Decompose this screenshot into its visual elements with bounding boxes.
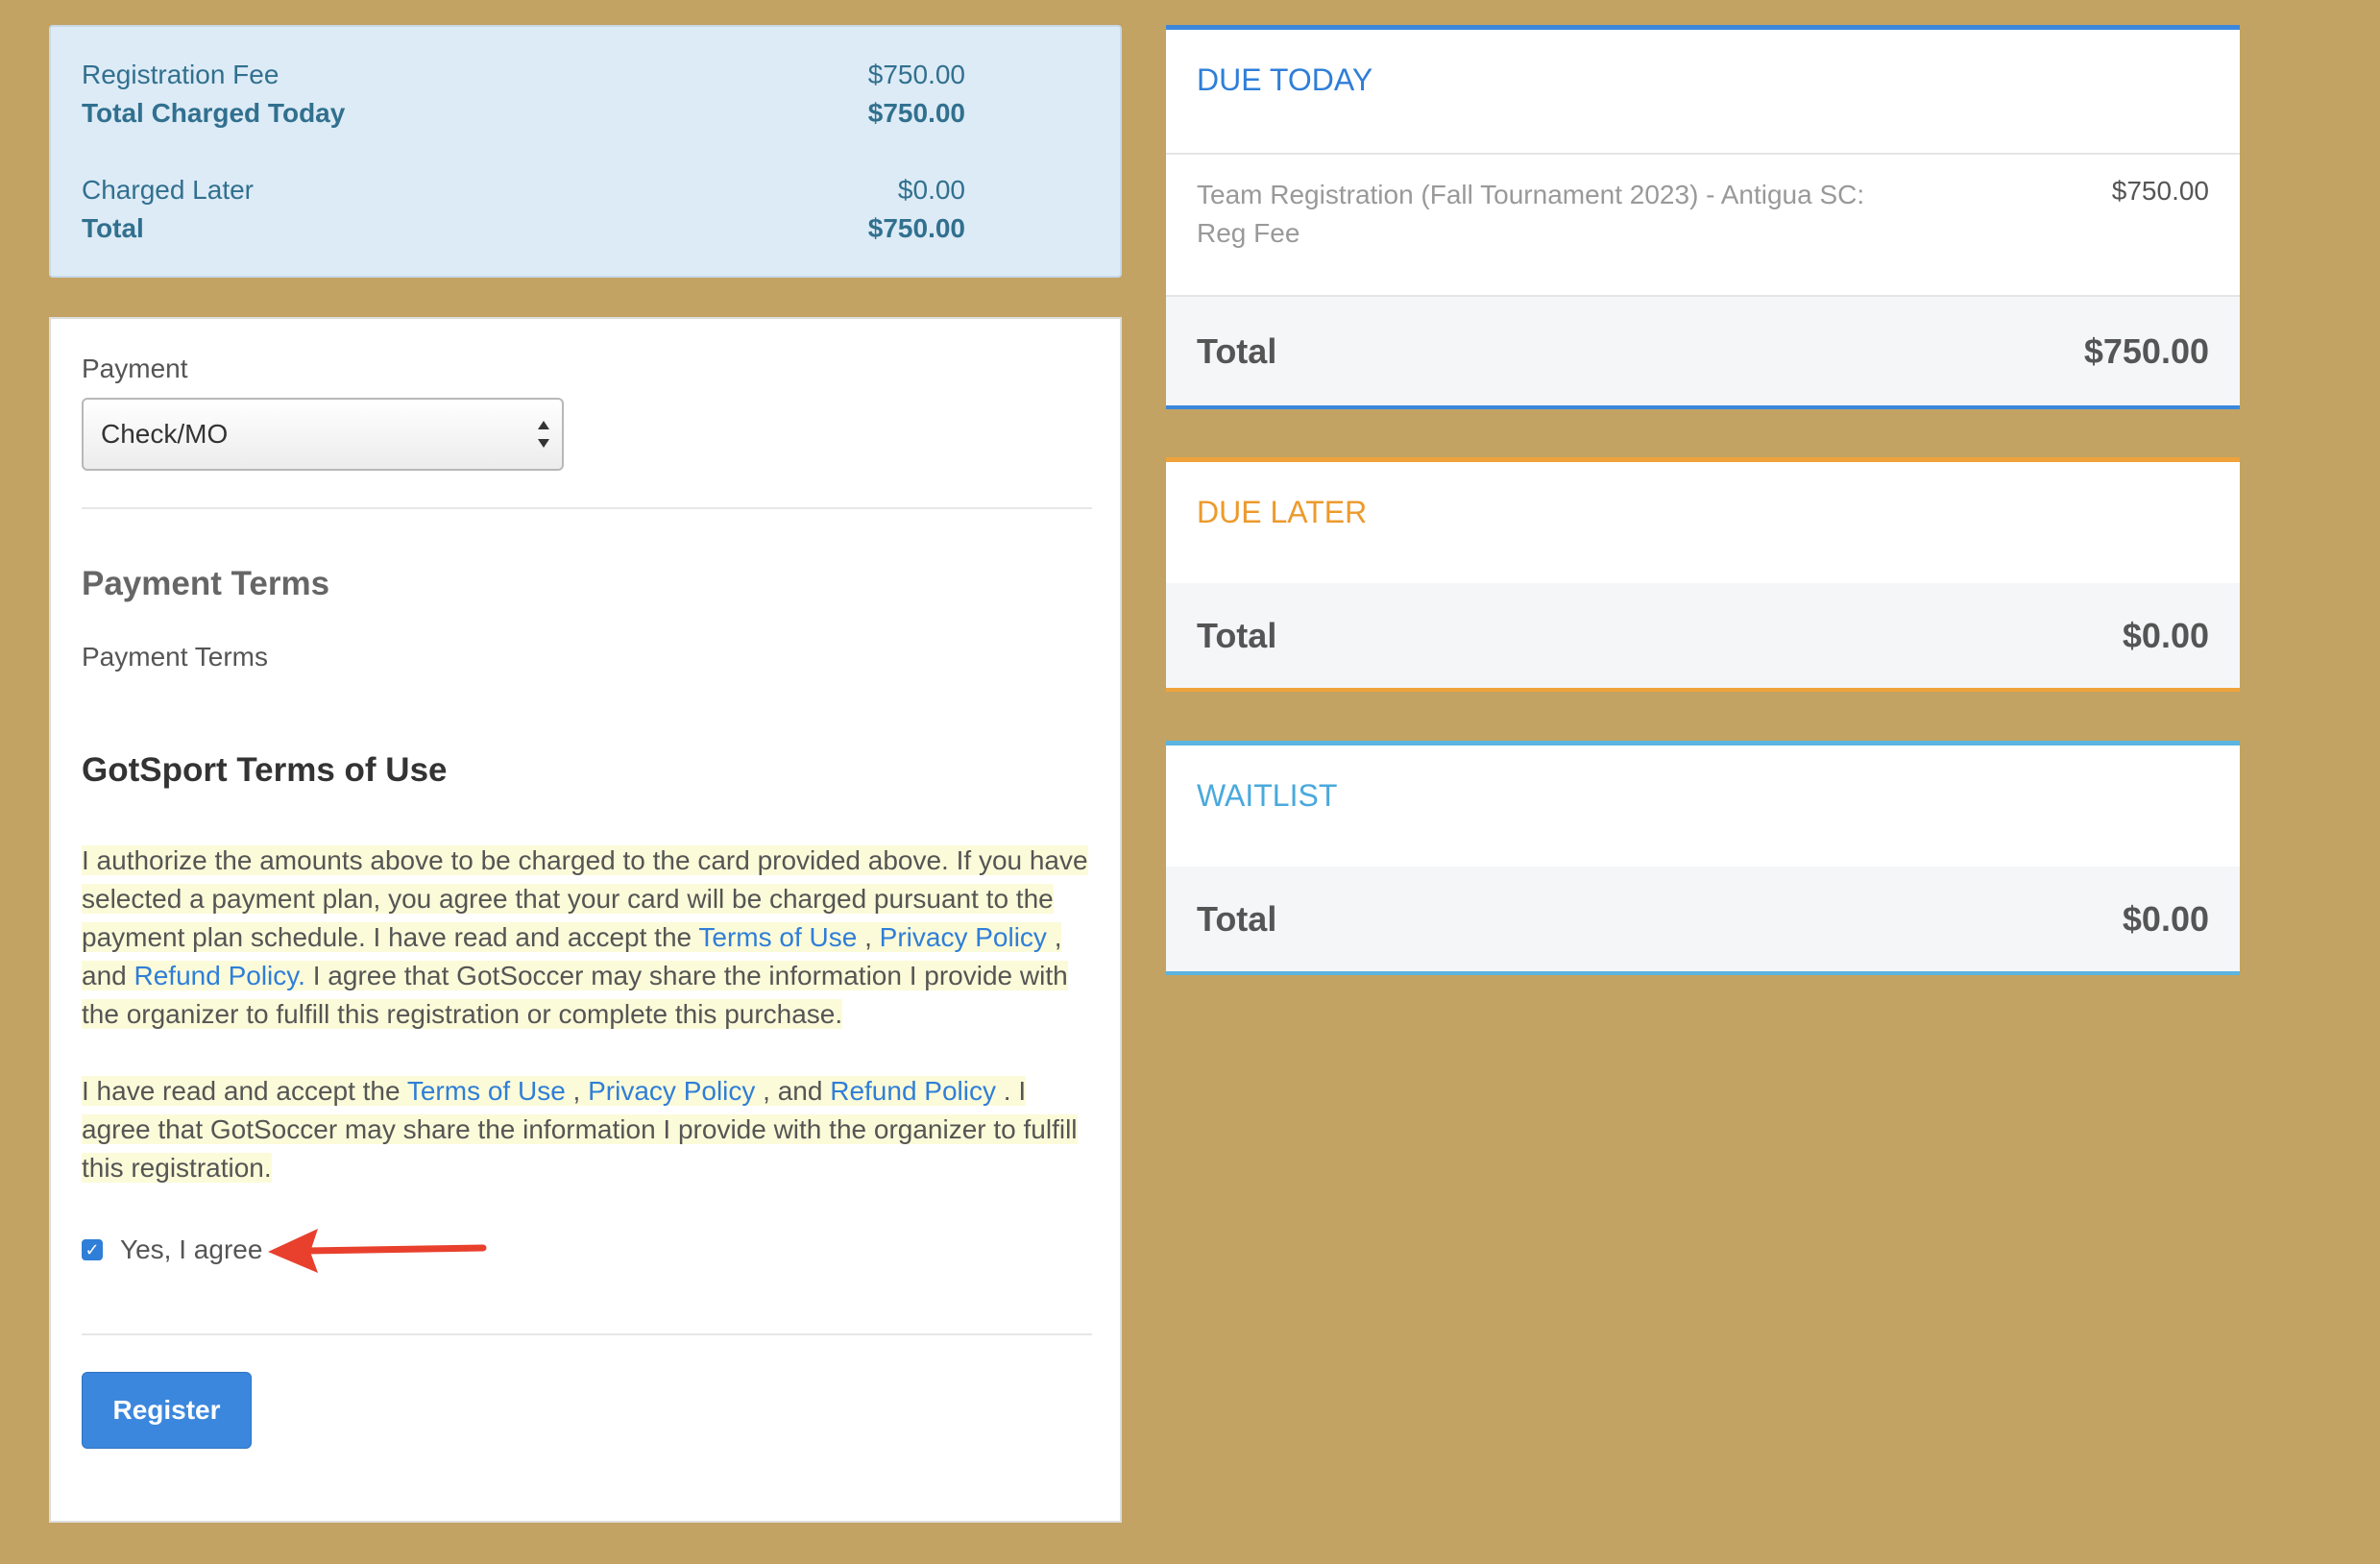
summary-row-total-today: Total Charged Today $750.00 bbox=[82, 98, 965, 129]
terms-of-use-heading: GotSport Terms of Use bbox=[82, 751, 448, 789]
payment-method-select[interactable]: Check/MO bbox=[82, 398, 564, 471]
total-label: Total bbox=[1197, 898, 1277, 939]
agree-label: Yes, I agree bbox=[120, 1234, 263, 1264]
summary-value: $750.00 bbox=[867, 213, 965, 243]
waitlist-card: WAITLIST Total $0.00 bbox=[1166, 741, 2240, 975]
privacy-policy-link[interactable]: Privacy Policy bbox=[879, 922, 1047, 952]
total-value: $750.00 bbox=[2083, 330, 2209, 371]
due-later-total-row: Total $0.00 bbox=[1166, 583, 2240, 688]
acceptance-paragraph: I have read and accept the Terms of Use … bbox=[82, 1076, 1078, 1183]
line-item-description: Team Registration (Fall Tournament 2023)… bbox=[1197, 180, 1865, 248]
register-button[interactable]: Register bbox=[82, 1372, 252, 1449]
due-later-title: DUE LATER bbox=[1197, 495, 1368, 529]
payment-panel: Payment Check/MO Payment Terms Payment T… bbox=[49, 317, 1122, 1523]
check-icon: ✓ bbox=[85, 1239, 100, 1259]
divider bbox=[82, 507, 1092, 509]
summary-label: Total bbox=[82, 213, 144, 243]
refund-policy-link[interactable]: Refund Policy bbox=[830, 1076, 996, 1106]
due-today-title: DUE TODAY bbox=[1197, 62, 1373, 97]
divider bbox=[1166, 153, 2240, 155]
summary-row-charged-later: Charged Later $0.00 bbox=[82, 175, 965, 206]
total-label: Total bbox=[1197, 615, 1277, 655]
summary-label: Registration Fee bbox=[82, 60, 279, 89]
summary-value: $0.00 bbox=[897, 175, 965, 205]
agree-checkbox[interactable]: ✓ bbox=[82, 1239, 103, 1260]
privacy-policy-link[interactable]: Privacy Policy bbox=[588, 1076, 756, 1106]
total-value: $0.00 bbox=[2122, 615, 2209, 655]
due-later-card: DUE LATER Total $0.00 bbox=[1166, 457, 2240, 692]
waitlist-title: WAITLIST bbox=[1197, 778, 1338, 813]
terms-of-use-link[interactable]: Terms of Use bbox=[406, 1076, 566, 1106]
summary-row-registration-fee: Registration Fee $750.00 bbox=[82, 60, 965, 90]
line-item-price: $750.00 bbox=[2111, 176, 2209, 206]
due-today-card: DUE TODAY Team Registration (Fall Tourna… bbox=[1166, 25, 2240, 409]
total-value: $0.00 bbox=[2122, 898, 2209, 939]
summary-row-total: Total $750.00 bbox=[82, 213, 965, 244]
summary-label: Charged Later bbox=[82, 175, 255, 205]
summary-value: $750.00 bbox=[867, 60, 965, 89]
payment-terms-text: Payment Terms bbox=[82, 642, 268, 672]
divider bbox=[82, 1333, 1092, 1335]
due-today-total-row: Total $750.00 bbox=[1166, 297, 2240, 405]
terms-of-use-link[interactable]: Terms of Use bbox=[698, 922, 858, 952]
charge-summary: Registration Fee $750.00 Total Charged T… bbox=[49, 25, 1122, 278]
total-label: Total bbox=[1197, 330, 1277, 371]
refund-policy-link[interactable]: Refund Policy. bbox=[134, 961, 305, 990]
agree-checkbox-row[interactable]: ✓ Yes, I agree bbox=[82, 1234, 262, 1265]
summary-label: Total Charged Today bbox=[82, 98, 346, 128]
payment-method-value: Check/MO bbox=[101, 419, 229, 449]
select-arrows-icon bbox=[537, 421, 550, 448]
authorization-paragraph: I authorize the amounts above to be char… bbox=[82, 845, 1088, 1029]
waitlist-total-row: Total $0.00 bbox=[1166, 867, 2240, 971]
red-arrow-icon bbox=[268, 1229, 487, 1273]
payment-terms-heading: Payment Terms bbox=[82, 565, 330, 602]
summary-value: $750.00 bbox=[867, 98, 965, 128]
payment-label: Payment bbox=[82, 354, 188, 383]
